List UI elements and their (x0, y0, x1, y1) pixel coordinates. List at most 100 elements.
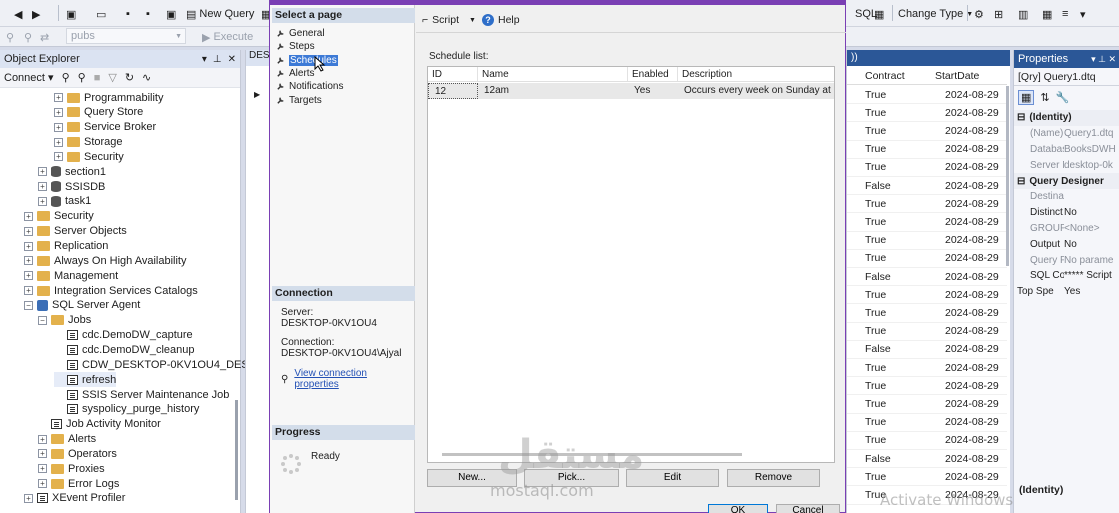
add-table-icon[interactable]: ▥ (1018, 5, 1028, 23)
connect-button[interactable]: Connect ▾ (4, 71, 54, 84)
database-dropdown[interactable]: pubs ▼ (66, 28, 186, 44)
tree-item[interactable]: + Operators (38, 446, 117, 461)
tree-item[interactable]: + Alerts (38, 432, 96, 447)
property-pages-icon[interactable]: 🔧 (1056, 91, 1070, 104)
page-item-steps[interactable]: Steps (276, 40, 315, 53)
pin-icon[interactable]: ▾ ⊥ ✕ (1091, 54, 1119, 65)
schedule-list[interactable]: ID Name Enabled Description 12 12am Yes … (427, 66, 835, 463)
close-icon[interactable]: ✕ (228, 54, 236, 65)
expand-icon[interactable]: + (38, 479, 47, 489)
change-connection-icon[interactable]: ⇄ (40, 28, 49, 46)
expand-icon[interactable]: + (54, 122, 63, 132)
property-category[interactable]: ⊟ Query Designer (1014, 173, 1119, 189)
expand-icon[interactable]: + (38, 434, 47, 444)
grid-icon[interactable]: ▦ (874, 5, 884, 23)
tree-item[interactable]: SSIS Server Maintenance Job (54, 387, 229, 402)
table-row[interactable]: True 2024-08-29 (847, 141, 1007, 159)
help-button[interactable]: ? Help (482, 14, 520, 26)
pin-icon[interactable]: ⊥ (213, 54, 222, 65)
new-query-button[interactable]: ▤ New Query (186, 5, 254, 23)
column-header-id[interactable]: ID (428, 67, 478, 81)
collapse-icon[interactable]: − (24, 300, 33, 310)
dropdown-icon[interactable]: ▾ (202, 54, 207, 65)
back-icon[interactable]: ◀ (14, 5, 22, 23)
table-row[interactable]: False 2024-08-29 (847, 268, 1007, 287)
table-row[interactable]: True 2024-08-29 (847, 250, 1007, 268)
collapse-icon[interactable]: ⊟ (1014, 176, 1025, 187)
table-row[interactable]: True 2024-08-29 (847, 286, 1007, 305)
open-icon[interactable]: ▭ (96, 5, 106, 23)
table-row[interactable]: True 2024-08-29 (847, 395, 1007, 414)
tree-item[interactable]: refresh (54, 372, 117, 388)
collapse-icon[interactable]: − (38, 315, 47, 325)
tree-item[interactable]: + Replication (24, 239, 108, 254)
page-item-alerts[interactable]: Alerts (276, 67, 315, 80)
save-icon[interactable]: ▪ (126, 5, 130, 23)
expand-icon[interactable]: + (24, 286, 33, 296)
property-row[interactable]: Top Spe Yes (1014, 284, 1119, 300)
view-connection-properties-link[interactable]: View connection properties (294, 368, 414, 390)
tree-item[interactable]: Job Activity Monitor (38, 417, 161, 432)
table-row[interactable]: True 2024-08-29 (847, 104, 1007, 123)
expand-icon[interactable]: + (24, 271, 33, 281)
tree-item[interactable]: syspolicy_purge_history (54, 402, 199, 417)
stop-icon[interactable]: ■ (94, 72, 101, 84)
expand-icon[interactable]: + (38, 167, 47, 177)
property-row[interactable]: (Name) Query1.dtq (1014, 126, 1119, 142)
column-header-startdate[interactable]: StartDate (929, 70, 1007, 82)
grid-tab[interactable]: )) (847, 50, 1010, 66)
remove-schedule-button[interactable]: Remove (727, 469, 820, 487)
refresh-icon[interactable]: ↻ (125, 71, 134, 84)
tree-item[interactable]: + Security (54, 149, 124, 164)
page-item-notifications[interactable]: Notifications (276, 80, 343, 93)
tree-item[interactable]: + XEvent Profiler (24, 491, 125, 506)
tree-item[interactable]: + Storage (54, 135, 123, 150)
tree-item[interactable]: + Always On High Availability (24, 253, 186, 268)
add-derived-table-icon[interactable]: ▦ (1042, 5, 1052, 23)
property-row[interactable]: SQL Co ***** Script (1014, 268, 1119, 284)
expand-icon[interactable]: + (24, 493, 33, 503)
column-header-enabled[interactable]: Enabled (628, 67, 678, 81)
expand-icon[interactable]: + (38, 449, 47, 459)
page-item-schedules[interactable]: Schedules (276, 54, 338, 67)
tree-item[interactable]: + Security (24, 209, 94, 224)
tree-item[interactable]: + Proxies (38, 461, 105, 476)
vertical-scrollbar[interactable] (235, 400, 238, 500)
table-row[interactable]: True 2024-08-29 (847, 468, 1007, 487)
verify-sql-icon[interactable]: ⚙ (974, 5, 984, 23)
table-row[interactable]: True 2024-08-29 (847, 359, 1007, 378)
ok-button[interactable]: OK (708, 504, 768, 513)
connect-icon[interactable]: ⚲ (6, 28, 14, 46)
tree-item[interactable]: + section1 (38, 164, 106, 179)
property-row[interactable]: GROUP <None> (1014, 221, 1119, 237)
expand-icon[interactable]: + (54, 107, 63, 117)
editor-tab-label[interactable]: DES (246, 50, 270, 66)
table-row[interactable]: True 2024-08-29 (847, 159, 1007, 177)
tree-item[interactable]: − SQL Server Agent (24, 298, 140, 313)
table-row[interactable]: True 2024-08-29 (847, 377, 1007, 396)
save-all-icon[interactable]: ▪ (146, 5, 150, 23)
column-header-name[interactable]: Name (478, 67, 628, 81)
disconnect-icon[interactable]: ⚲ (24, 28, 32, 46)
overflow-icon[interactable]: ▾ (1080, 5, 1086, 23)
connect-icon[interactable]: ⚲ (62, 71, 70, 84)
filter-icon[interactable]: ▽ (108, 71, 116, 84)
tree-item[interactable]: + Error Logs (38, 476, 119, 491)
column-header-contract[interactable]: Contract (847, 70, 929, 82)
tree-item[interactable]: + Programmability (54, 90, 163, 105)
property-row[interactable]: Output No (1014, 236, 1119, 252)
table-row[interactable]: True 2024-08-29 (847, 232, 1007, 250)
view-connection-properties[interactable]: ⚲ View connection properties (281, 368, 414, 390)
tree-item[interactable]: + Query Store (54, 105, 143, 120)
tree-item[interactable]: CDW_DESKTOP-0KV1OU4_DESKT (54, 357, 263, 372)
expand-icon[interactable]: + (38, 182, 47, 192)
tree-item[interactable]: + Integration Services Catalogs (24, 283, 198, 298)
tree-item[interactable]: + Management (24, 268, 118, 283)
expand-icon[interactable]: + (24, 226, 33, 236)
table-row[interactable]: True 2024-08-29 (847, 414, 1007, 432)
alphabetical-icon[interactable]: ⇅ (1040, 91, 1049, 104)
property-row[interactable]: Server Ndesktop-0k (1014, 157, 1119, 173)
table-row[interactable]: True 2024-08-29 (847, 86, 1007, 105)
execute-button[interactable]: ▶ Execute (202, 28, 253, 46)
expand-icon[interactable]: + (24, 256, 33, 266)
